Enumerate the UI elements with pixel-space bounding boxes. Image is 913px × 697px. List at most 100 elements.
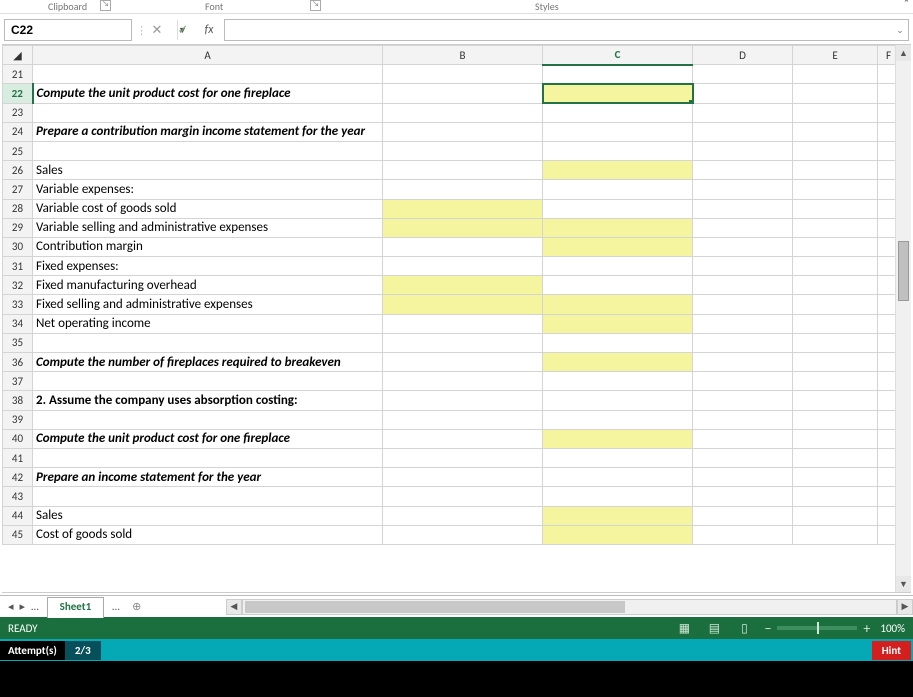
cell[interactable] [383,353,543,372]
cell[interactable] [793,333,878,352]
cell[interactable] [383,468,543,487]
row-header[interactable]: 43 [3,487,33,506]
formula-input[interactable] [225,23,892,37]
cell[interactable] [793,65,878,84]
cell[interactable] [793,372,878,391]
cell[interactable] [383,218,543,237]
tab-nav-prev-icon[interactable]: ▸ [20,600,26,613]
zoom-in-button[interactable]: + [863,620,870,637]
cell[interactable] [693,468,793,487]
cell[interactable] [793,276,878,295]
cell[interactable]: Fixed selling and administrative expense… [33,295,383,314]
cell[interactable] [543,257,693,276]
row-header[interactable]: 24 [3,122,33,141]
cell[interactable] [383,487,543,506]
view-pagelayout-icon[interactable]: ▤ [704,620,724,636]
cell[interactable] [543,65,693,84]
row-header[interactable]: 45 [3,525,33,544]
tab-nav-first-icon[interactable]: ◂ [8,600,14,613]
cell[interactable] [543,84,693,103]
cell[interactable] [693,237,793,256]
cell[interactable] [543,295,693,314]
cell[interactable] [693,65,793,84]
col-header-A[interactable]: A [33,46,383,65]
cell[interactable] [693,257,793,276]
row-header[interactable]: 22 [3,84,33,103]
cell[interactable] [693,410,793,429]
cell[interactable] [383,103,543,122]
formula-bar[interactable]: ⌄ [224,19,909,41]
cell[interactable] [793,410,878,429]
cell[interactable] [543,218,693,237]
zoom-out-button[interactable]: − [764,620,771,637]
cell[interactable] [793,525,878,544]
cell[interactable] [383,65,543,84]
cell[interactable] [543,410,693,429]
cell[interactable] [33,487,383,506]
tab-nav-buttons[interactable]: ◂ ▸ … [0,596,47,617]
cell[interactable] [383,391,543,410]
cell[interactable] [543,141,693,160]
row-header[interactable]: 35 [3,333,33,352]
name-box[interactable]: ▼ [4,19,132,41]
vscroll-track[interactable] [896,61,911,576]
cell[interactable] [33,141,383,160]
row-header[interactable]: 36 [3,353,33,372]
hscroll-thumb[interactable] [245,601,625,613]
row-header[interactable]: 32 [3,276,33,295]
cell[interactable]: Contribution margin [33,237,383,256]
ribbon-dialog-launcher-font[interactable]: ↘ [310,0,321,11]
row-header[interactable]: 33 [3,295,33,314]
cell[interactable] [33,372,383,391]
cell[interactable] [693,372,793,391]
cell[interactable] [693,448,793,467]
cell[interactable] [543,372,693,391]
row-header[interactable]: 21 [3,65,33,84]
cell[interactable] [693,141,793,160]
cell[interactable] [383,410,543,429]
col-header-E[interactable]: E [793,46,878,65]
row-header[interactable]: 27 [3,180,33,199]
cell[interactable] [693,506,793,525]
cell[interactable] [793,141,878,160]
cell[interactable] [793,429,878,448]
cell[interactable] [793,295,878,314]
cell[interactable] [543,103,693,122]
cell[interactable] [543,199,693,218]
cell[interactable] [693,84,793,103]
cell[interactable] [793,468,878,487]
cell[interactable] [543,391,693,410]
formula-expand-icon[interactable]: ⌄ [892,25,908,36]
cell[interactable] [693,199,793,218]
cell[interactable] [543,122,693,141]
cell[interactable] [693,103,793,122]
cell[interactable] [793,506,878,525]
cell[interactable]: Variable expenses: [33,180,383,199]
cell[interactable] [793,448,878,467]
fx-button[interactable]: fx [198,19,220,41]
cell[interactable]: Cost of goods sold [33,525,383,544]
row-header[interactable]: 44 [3,506,33,525]
cell[interactable] [793,257,878,276]
row-header[interactable]: 28 [3,199,33,218]
cell[interactable] [693,122,793,141]
cell[interactable] [543,487,693,506]
cell[interactable] [383,199,543,218]
cell[interactable] [33,410,383,429]
cell[interactable] [33,65,383,84]
zoom-control[interactable]: − + [764,620,870,637]
cell[interactable] [693,295,793,314]
row-header[interactable]: 39 [3,410,33,429]
cell[interactable] [693,487,793,506]
cell[interactable] [33,103,383,122]
hscroll-right-arrow-icon[interactable]: ▶ [897,599,913,615]
row-header[interactable]: 23 [3,103,33,122]
spreadsheet-grid[interactable]: ◢ A B C D E F 2122Compute the unit produ… [2,45,900,545]
cell[interactable] [543,276,693,295]
row-header[interactable]: 31 [3,257,33,276]
cell[interactable] [793,487,878,506]
cell[interactable]: Compute the number of fireplaces require… [33,353,383,372]
cell[interactable]: Compute the unit product cost for one fi… [33,84,383,103]
cell[interactable] [383,141,543,160]
cell[interactable] [383,84,543,103]
